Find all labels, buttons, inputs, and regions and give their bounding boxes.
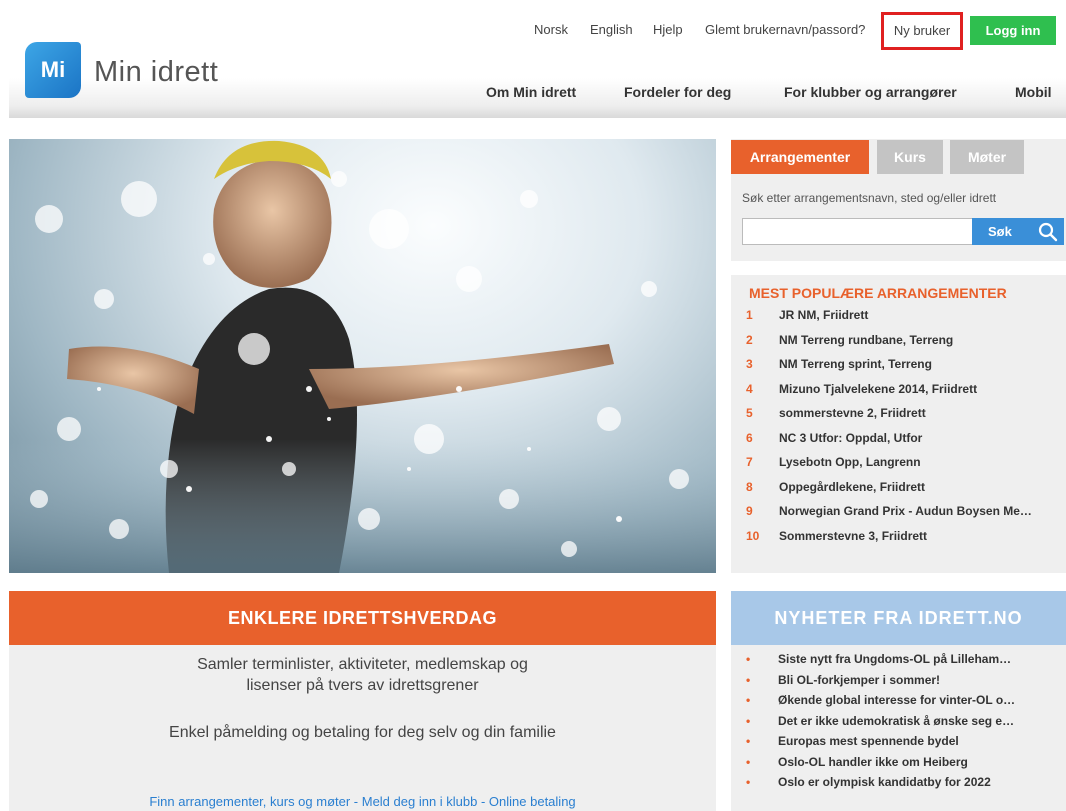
news-item-label: Økende global interesse for vinter-OL o… [778,693,1016,707]
bullet-icon: • [746,713,751,728]
list-item[interactable]: 4 Mizuno Tjalvelekene 2014, Friidrett [746,382,1066,407]
search-label: Søk etter arrangementsnavn, sted og/elle… [742,191,997,205]
list-item-number: 7 [746,455,753,469]
news-item[interactable]: • Oslo-OL handler ikke om Heiberg [746,755,1066,776]
list-item-number: 4 [746,381,753,396]
news-item[interactable]: • Europas mest spennende bydel [746,734,1066,755]
news-item[interactable]: • Økende global interesse for vinter-OL o… [746,693,1066,714]
news-item[interactable]: • Oslo er olympisk kandidatby for 2022 [746,775,1066,796]
list-item-number: 8 [746,479,753,494]
search-button[interactable]: Søk [972,218,1064,245]
bullet-icon: • [746,693,751,707]
news-item-label: Siste nytt fra Ungdoms-OL på Lilleham… [778,652,1012,666]
help-link[interactable]: Hjelp [653,22,683,37]
news-item[interactable]: • Siste nytt fra Ungdoms-OL på Lilleham… [746,652,1066,673]
popular-events-title: MEST POPULÆRE ARRANGEMENTER [749,285,1007,301]
news-title: NYHETER FRA IDRETT.NO [731,591,1066,645]
news-item-label: Oslo-OL handler ikke om Heiberg [778,754,968,769]
search-input[interactable] [742,218,974,245]
nav-om-min-idrett[interactable]: Om Min idrett [486,84,576,100]
language-norsk-link[interactable]: Norsk [534,22,568,37]
list-item[interactable]: 10 Sommerstevne 3, Friidrett [746,529,1066,554]
login-button[interactable]: Logg inn [970,16,1056,45]
nav-mobil[interactable]: Mobil [1015,84,1052,100]
list-item[interactable]: 8 Oppegårdlekene, Friidrett [746,480,1066,505]
enklere-text-line-3: Enkel påmelding og betaling for deg selv… [169,724,556,741]
nav-for-klubber-og-arrangorer[interactable]: For klubber og arrangører [784,84,957,100]
enklere-features-link[interactable]: Finn arrangementer, kurs og møter - Meld… [9,794,716,809]
list-item[interactable]: 3 NM Terreng sprint, Terreng [746,357,1066,382]
tab-arrangementer[interactable]: Arrangementer [731,140,869,174]
language-english-link[interactable]: English [590,22,633,37]
news-item-label: Oslo er olympisk kandidatby for 2022 [778,775,991,789]
list-item[interactable]: 5 sommerstevne 2, Friidrett [746,406,1066,431]
search-icon [1038,222,1058,242]
logo-mark[interactable]: Mi [25,42,81,98]
list-item-label: Mizuno Tjalvelekene 2014, Friidrett [779,381,978,396]
list-item-label: Norwegian Grand Prix - Audun Boysen Me… [779,504,1032,518]
list-item-label: NM Terreng rundbane, Terreng [779,332,954,347]
list-item-number: 5 [746,406,753,420]
news-item[interactable]: • Bli OL-forkjemper i sommer! [746,673,1066,694]
tab-moter[interactable]: Møter [950,140,1024,174]
hero-image-swimmer [9,139,716,573]
list-item-number: 10 [746,528,760,543]
news-item-label: Det er ikke udemokratisk å ønske seg e… [778,713,1015,728]
search-button-label: Søk [988,224,1012,239]
bullet-icon: • [746,754,751,769]
new-user-link[interactable]: Ny bruker [881,12,963,50]
news-item-label: Bli OL-forkjemper i sommer! [778,672,941,687]
list-item-number: 6 [746,430,753,445]
list-item-label: Sommerstevne 3, Friidrett [779,528,928,543]
popular-events-list: 1 JR NM, Friidrett 2 NM Terreng rundbane, … [746,308,1066,553]
list-item[interactable]: 2 NM Terreng rundbane, Terreng [746,333,1066,358]
enklere-text-line-2: lisenser på tvers av idrettsgrener [246,677,479,694]
list-item[interactable]: 9 Norwegian Grand Prix - Audun Boysen Me… [746,504,1066,529]
forgot-password-link[interactable]: Glemt brukernavn/passord? [705,22,865,37]
enklere-text-line-1: Samler terminlister, aktiviteter, medlem… [197,656,528,673]
list-item-number: 1 [746,308,753,322]
news-item[interactable]: • Det er ikke udemokratisk å ønske seg e… [746,714,1066,735]
bullet-icon: • [746,652,751,666]
news-list: • Siste nytt fra Ungdoms-OL på Lilleham… … [746,652,1066,796]
list-item-label: NM Terreng sprint, Terreng [779,357,932,371]
news-item-label: Europas mest spennende bydel [778,734,959,748]
bullet-icon: • [746,775,751,789]
list-item[interactable]: 1 JR NM, Friidrett [746,308,1066,333]
list-item-label: NC 3 Utfor: Oppdal, Utfor [779,430,923,445]
tab-kurs[interactable]: Kurs [877,140,943,174]
list-item-number: 3 [746,357,753,371]
bullet-icon: • [746,672,751,687]
list-item-number: 9 [746,504,753,518]
list-item-label: JR NM, Friidrett [779,308,869,322]
list-item-label: Lysebotn Opp, Langrenn [779,455,921,469]
bullet-icon: • [746,734,751,748]
list-item-number: 2 [746,332,753,347]
nav-fordeler-for-deg[interactable]: Fordeler for deg [624,84,731,100]
list-item[interactable]: 6 NC 3 Utfor: Oppdal, Utfor [746,431,1066,456]
logo-text[interactable]: Min idrett [94,56,218,89]
list-item[interactable]: 7 Lysebotn Opp, Langrenn [746,455,1066,480]
list-item-label: Oppegårdlekene, Friidrett [779,479,926,494]
enklere-title: ENKLERE IDRETTSHVERDAG [9,591,716,645]
list-item-label: sommerstevne 2, Friidrett [779,406,926,420]
